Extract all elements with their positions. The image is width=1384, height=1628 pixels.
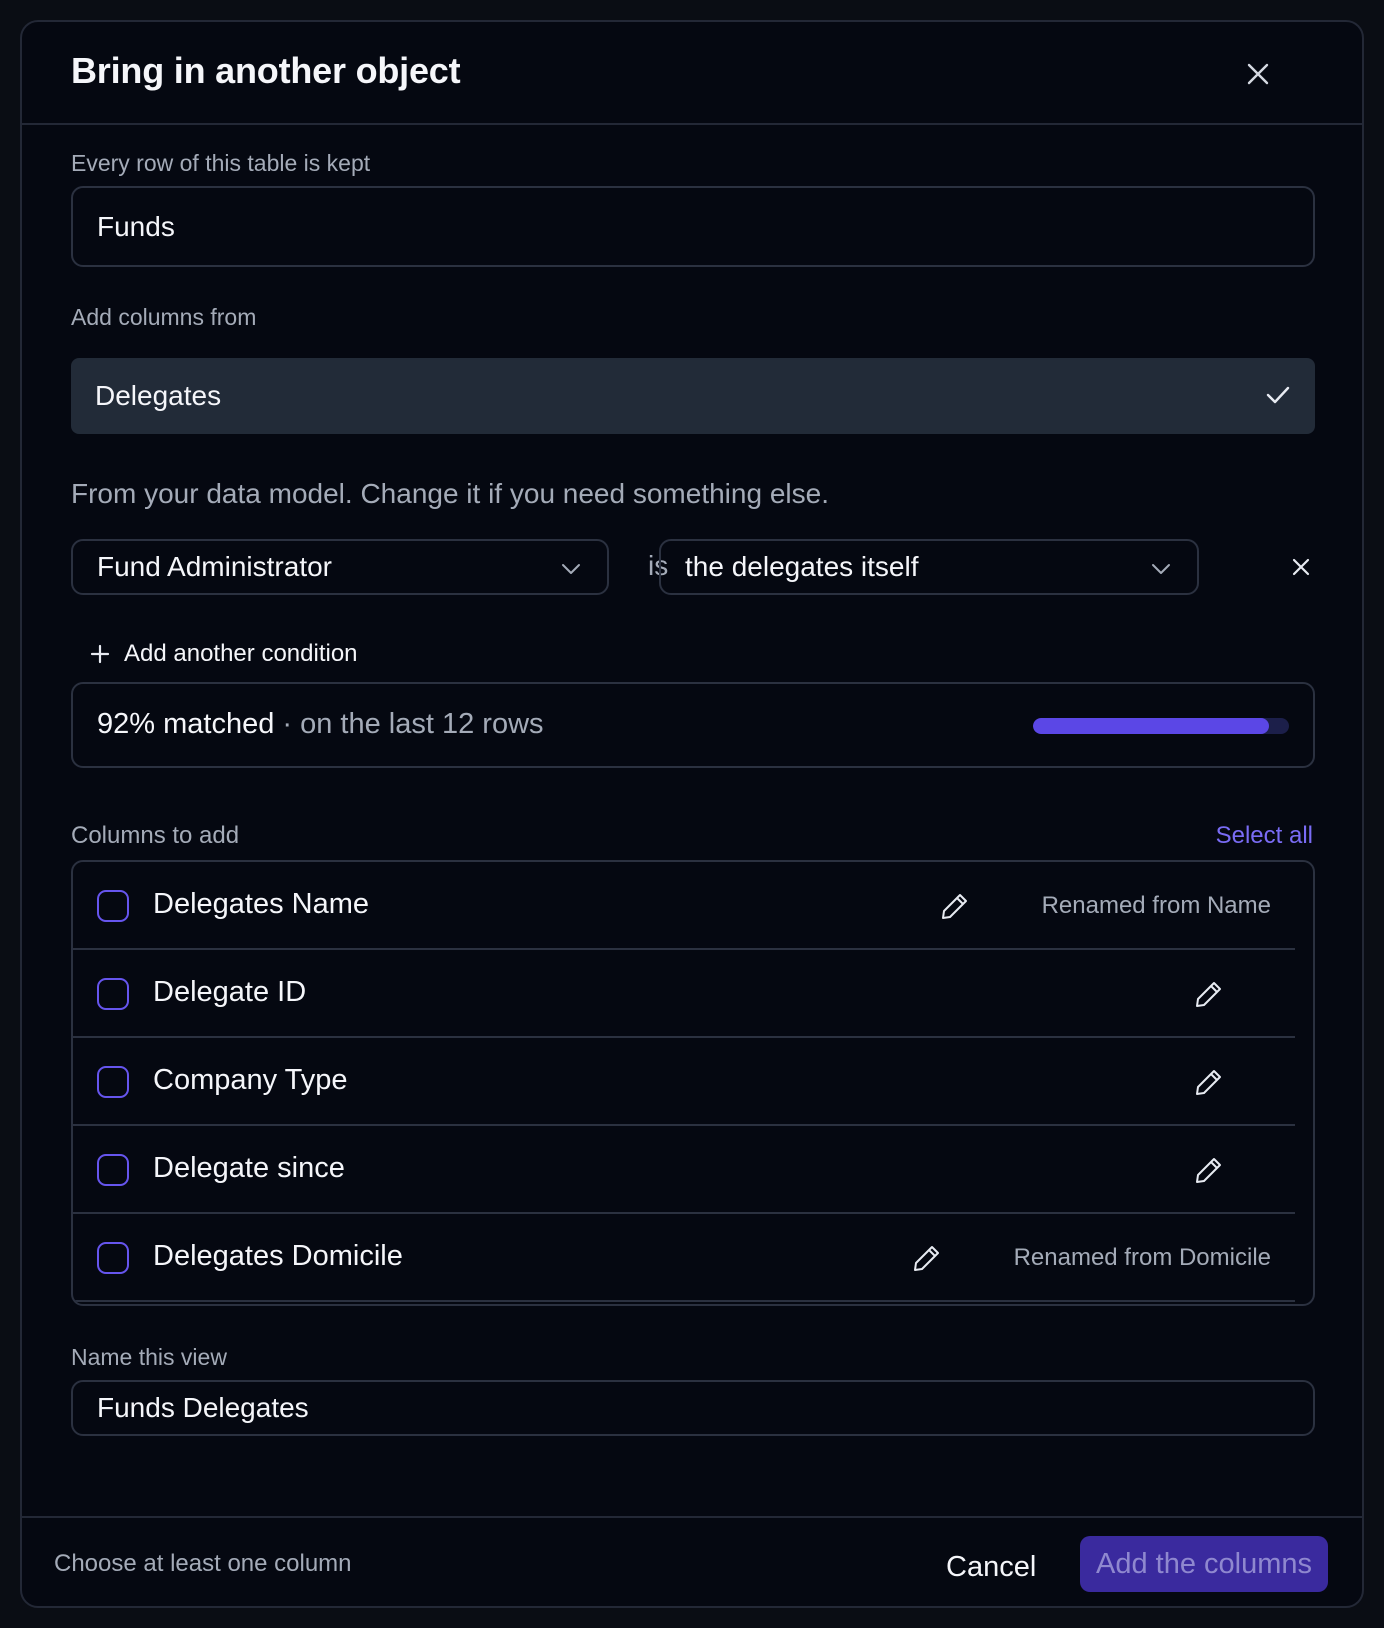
base-table-label: Every row of this table is kept: [71, 150, 371, 176]
column-name: Company Type: [153, 1064, 348, 1096]
pencil-icon[interactable]: [939, 890, 971, 922]
list-item: Delegates Name Renamed from Name: [73, 862, 1295, 950]
list-item: Delegates Domicile Renamed from Domicile: [73, 1214, 1295, 1302]
column-name: Delegate since: [153, 1152, 345, 1184]
condition-field-value: Fund Administrator: [97, 551, 332, 582]
source-hint: From your data model. Change it if you n…: [71, 478, 829, 509]
list-item: Company Type: [73, 1038, 1295, 1126]
chevron-down-icon: [562, 564, 580, 574]
check-icon: [1266, 386, 1290, 404]
dialog: Bring in another object Every row of thi…: [20, 20, 1364, 1608]
add-columns-button[interactable]: Add the columns: [1080, 1536, 1328, 1592]
list-item: Delegate since: [73, 1126, 1295, 1214]
condition-value-dropdown[interactable]: the delegates itself: [659, 539, 1199, 595]
condition-value-text: the delegates itself: [685, 551, 919, 582]
source-selected-value: Delegates: [95, 380, 222, 411]
pencil-icon[interactable]: [1193, 1154, 1225, 1186]
columns-label: Columns to add: [71, 822, 240, 849]
view-name-label: Name this view: [71, 1344, 227, 1370]
remove-condition-button[interactable]: [1284, 550, 1318, 584]
add-condition-button[interactable]: Add another condition: [90, 634, 358, 674]
column-name: Delegates Name: [153, 888, 369, 920]
chevron-down-icon: [1152, 564, 1170, 574]
close-icon: [1247, 63, 1269, 85]
base-table-field[interactable]: Funds: [71, 186, 1315, 267]
list-item: Delegate ID: [73, 950, 1295, 1038]
view-name-value: Funds Delegates: [97, 1392, 309, 1423]
match-summary: 92% matched · on the last 12 rows: [71, 682, 1315, 768]
add-condition-label: Add another condition: [124, 640, 358, 667]
column-checkbox[interactable]: [97, 1066, 129, 1098]
columns-list: Delegates Name Renamed from Name Delegat…: [71, 860, 1315, 1306]
renamed-note: Renamed from Name: [1041, 892, 1271, 919]
column-name: Delegates Domicile: [153, 1240, 403, 1272]
pencil-icon[interactable]: [1193, 978, 1225, 1010]
match-detail: · on the last 12 rows: [282, 708, 544, 740]
column-checkbox[interactable]: [97, 890, 129, 922]
match-percent: 92% matched: [97, 708, 275, 740]
base-table-value: Funds: [97, 210, 175, 242]
renamed-note: Renamed from Domicile: [1013, 1244, 1271, 1271]
cancel-button[interactable]: Cancel: [946, 1542, 1036, 1592]
column-checkbox[interactable]: [97, 1154, 129, 1186]
source-select[interactable]: Delegates: [71, 358, 1315, 434]
column-checkbox[interactable]: [97, 978, 129, 1010]
dialog-title: Bring in another object: [71, 50, 461, 91]
plus-icon: [90, 644, 110, 664]
view-name-field[interactable]: Funds Delegates: [71, 1380, 1315, 1436]
column-name: Delegate ID: [153, 976, 307, 1008]
footer-hint: Choose at least one column: [54, 1550, 352, 1577]
column-checkbox[interactable]: [97, 1242, 129, 1274]
dialog-footer: Choose at least one column Cancel Add th…: [22, 1516, 1362, 1606]
dialog-header: Bring in another object: [22, 22, 1362, 125]
close-icon: [1292, 558, 1310, 576]
pencil-icon[interactable]: [911, 1242, 943, 1274]
match-text: 92% matched · on the last 12 rows: [97, 708, 544, 741]
source-label: Add columns from: [71, 304, 257, 330]
match-progress-fill: [1033, 718, 1269, 734]
select-all-link[interactable]: Select all: [1216, 822, 1313, 850]
match-progress-bar: [1033, 718, 1289, 734]
close-button[interactable]: [1238, 54, 1278, 94]
pencil-icon[interactable]: [1193, 1066, 1225, 1098]
condition-field-dropdown[interactable]: Fund Administrator: [71, 539, 609, 595]
